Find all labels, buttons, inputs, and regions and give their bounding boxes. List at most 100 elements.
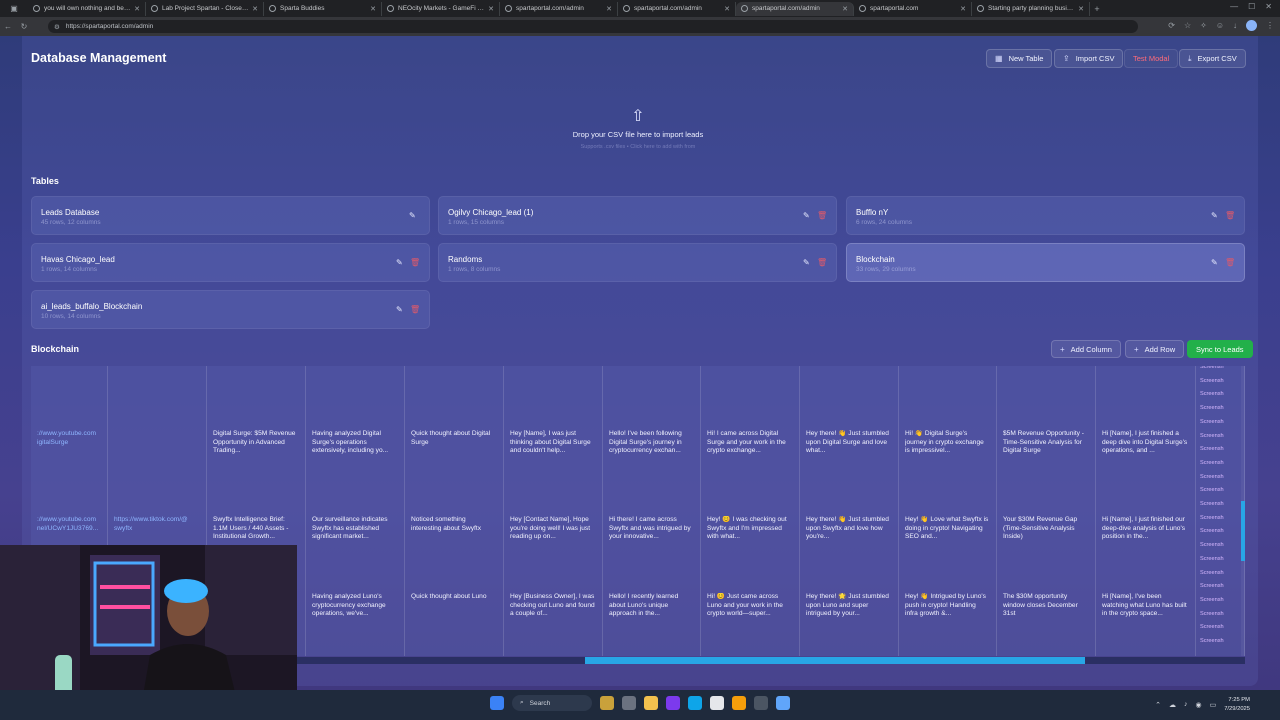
table-card[interactable]: Bufflo nY 6 rows, 24 columns ✎ 🗑 — [846, 196, 1245, 235]
delete-icon[interactable]: 🗑 — [410, 305, 420, 314]
browser-tab[interactable]: you will own nothing and be happy✕ — [28, 1, 146, 16]
import-csv-button[interactable]: ⇪ Import CSV — [1054, 49, 1124, 68]
edit-icon[interactable]: ✎ — [803, 211, 810, 220]
url-field[interactable]: ⚙ https://spartaportal.com/admin — [48, 20, 1138, 33]
screenshot-link[interactable]: Screensh — [1200, 378, 1238, 384]
widgets-icon[interactable] — [600, 696, 614, 710]
back-icon[interactable]: ← — [0, 22, 16, 31]
edit-icon[interactable]: ✎ — [803, 258, 810, 267]
reload-icon[interactable]: ↻ — [16, 22, 32, 31]
battery-icon[interactable]: ▭ — [1210, 701, 1217, 709]
table-cell[interactable]: ://www.youtube.com igitalSurge — [37, 430, 101, 447]
delete-icon[interactable]: 🗑 — [1225, 211, 1235, 220]
table-cell[interactable]: Hello! I've been following Digital Surge… — [609, 430, 694, 456]
tab-actions-icon[interactable]: ▣ — [0, 4, 28, 13]
copilot-icon[interactable] — [666, 696, 680, 710]
screenshot-link[interactable]: Screensh — [1200, 501, 1238, 507]
screenshot-link[interactable]: Screensh — [1200, 460, 1238, 466]
extensions-puzzle-icon[interactable]: ✧ — [1200, 21, 1207, 30]
sync-to-leads-button[interactable]: Sync to Leads — [1187, 340, 1253, 358]
screenshot-link[interactable]: Screensh — [1200, 433, 1238, 439]
horizontal-scroll-thumb[interactable] — [585, 657, 1085, 664]
table-cell[interactable]: Hey [Name], I was just thinking about Di… — [510, 430, 596, 456]
vertical-scroll-thumb[interactable] — [1241, 501, 1245, 561]
edit-icon[interactable]: ✎ — [1211, 258, 1218, 267]
screenshot-link[interactable]: Screensh — [1200, 556, 1238, 562]
file-explorer-icon[interactable] — [644, 696, 658, 710]
edit-icon[interactable]: ✎ — [396, 258, 403, 267]
delete-icon[interactable]: 🗑 — [817, 211, 827, 220]
csv-dropzone[interactable]: ⇧ Drop your CSV file here to import lead… — [31, 88, 1245, 170]
table-cell[interactable]: Having analyzed Luno's cryptocurrency ex… — [312, 593, 398, 619]
task-view-icon[interactable] — [622, 696, 636, 710]
screenshot-link[interactable]: Screensh — [1200, 528, 1238, 534]
delete-icon[interactable]: 🗑 — [410, 258, 420, 267]
extension-icon[interactable]: ⟳ — [1168, 21, 1175, 30]
screenshot-link[interactable]: Screensh — [1200, 570, 1238, 576]
table-card[interactable]: Leads Database 45 rows, 12 columns ✎ — [31, 196, 430, 235]
browser-tab[interactable]: spartaportal.com ✕ — [854, 1, 972, 16]
table-cell[interactable]: Hi [Name], I've been watching what Luno … — [1102, 593, 1189, 619]
table-cell[interactable]: Hey there! 🌟 Just stumbled upon Luno and… — [806, 593, 892, 619]
table-cell[interactable]: Hey! 👋 Intrigued by Luno's push in crypt… — [905, 593, 990, 619]
edit-icon[interactable]: ✎ — [396, 305, 403, 314]
table-card[interactable]: Randoms 1 rows, 8 columns ✎ 🗑 — [438, 243, 837, 282]
add-column-button[interactable]: + Add Column — [1051, 340, 1121, 358]
table-cell[interactable]: ://www.youtube.com nel/UCwY1JU3769... — [37, 516, 101, 533]
new-tab-icon[interactable]: + — [1090, 4, 1104, 14]
table-cell[interactable]: Hey [Contact Name], Hope you're doing we… — [510, 516, 596, 542]
downloads-icon[interactable]: ↓ — [1233, 21, 1237, 30]
edit-icon[interactable]: ✎ — [1211, 211, 1218, 220]
table-cell[interactable]: Digital Surge: $5M Revenue Opportunity i… — [213, 430, 299, 456]
table-cell[interactable]: Hey! 😊 I was checking out Swyftx and I'm… — [707, 516, 793, 542]
close-tab-icon[interactable]: ✕ — [1078, 5, 1084, 13]
screenshot-link[interactable]: Screensh — [1200, 405, 1238, 411]
table-cell[interactable]: Hi [Name], I just finished our deep-dive… — [1102, 516, 1189, 542]
table-cell[interactable]: Hello! I recently learned about Luno's u… — [609, 593, 694, 619]
export-csv-button[interactable]: ⤓ Export CSV — [1179, 49, 1246, 68]
table-cell[interactable]: Hey there! 👋 Just stumbled upon Swyftx a… — [806, 516, 892, 542]
close-tab-icon[interactable]: ✕ — [724, 5, 730, 13]
screenshot-link[interactable]: Screensh — [1200, 487, 1238, 493]
wifi-icon[interactable]: ◉ — [1195, 701, 1201, 709]
close-tab-icon[interactable]: ✕ — [134, 5, 140, 13]
table-card[interactable]: Blockchain 33 rows, 29 columns ✎ 🗑 — [846, 243, 1245, 282]
table-card[interactable]: Ogilvy Chicago_lead (1) 1 rows, 15 column… — [438, 196, 837, 235]
close-window-icon[interactable]: ✕ — [1265, 2, 1272, 11]
close-tab-icon[interactable]: ✕ — [488, 5, 494, 13]
store-icon[interactable] — [710, 696, 724, 710]
table-cell[interactable]: Hi there! I came across Swyftx and was i… — [609, 516, 694, 542]
delete-icon[interactable]: 🗑 — [1225, 258, 1235, 267]
minimize-icon[interactable]: — — [1230, 2, 1238, 11]
table-cell[interactable]: Hey [Business Owner], I was checking out… — [510, 593, 596, 619]
screenshot-link[interactable]: Screensh — [1200, 542, 1238, 548]
network-icon[interactable]: ☁ — [1169, 701, 1176, 709]
table-cell[interactable]: https://www.tiktok.com/@ swyftx — [114, 516, 200, 533]
screenshot-link[interactable]: Screensh — [1200, 515, 1238, 521]
screenshot-link[interactable]: Screensh — [1200, 597, 1238, 603]
new-table-button[interactable]: ▦ New Table — [986, 49, 1053, 68]
app-icon[interactable] — [754, 696, 768, 710]
table-cell[interactable]: Quick thought about Digital Surge — [411, 430, 497, 447]
taskbar-search[interactable]: ⌕ Search — [512, 695, 592, 711]
edge-icon[interactable] — [688, 696, 702, 710]
bookmark-star-icon[interactable]: ☆ — [1184, 21, 1191, 30]
table-cell[interactable]: $5M Revenue Opportunity - Time-Sensitive… — [1003, 430, 1089, 456]
browser-tab[interactable]: NEOcity Markets - GameFi Lead Gen✕ — [382, 1, 500, 16]
table-cell[interactable]: Your $30M Revenue Gap (Time-Sensitive An… — [1003, 516, 1089, 542]
table-cell[interactable]: Noticed something interesting about Swyf… — [411, 516, 497, 533]
browser-tab[interactable]: Starting party planning business ✕ — [972, 1, 1090, 16]
screenshot-link[interactable]: Screensh — [1200, 474, 1238, 480]
table-cell[interactable]: Quick thought about Luno — [411, 593, 497, 602]
avatar[interactable] — [1246, 20, 1257, 31]
menu-icon[interactable]: ⋮ — [1266, 21, 1274, 30]
delete-icon[interactable]: 🗑 — [817, 258, 827, 267]
close-tab-icon[interactable]: ✕ — [252, 5, 258, 13]
app-icon[interactable] — [776, 696, 790, 710]
profile-icon[interactable]: ☺ — [1216, 21, 1224, 30]
edit-icon[interactable]: ✎ — [409, 211, 416, 220]
table-cell[interactable]: Having analyzed Digital Surge's operatio… — [312, 430, 398, 456]
browser-tab[interactable]: spartaportal.com/admin ✕ — [618, 1, 736, 16]
close-tab-icon[interactable]: ✕ — [370, 5, 376, 13]
table-cell[interactable]: Hi! 😊 Just came across Luno and your wor… — [707, 593, 793, 619]
